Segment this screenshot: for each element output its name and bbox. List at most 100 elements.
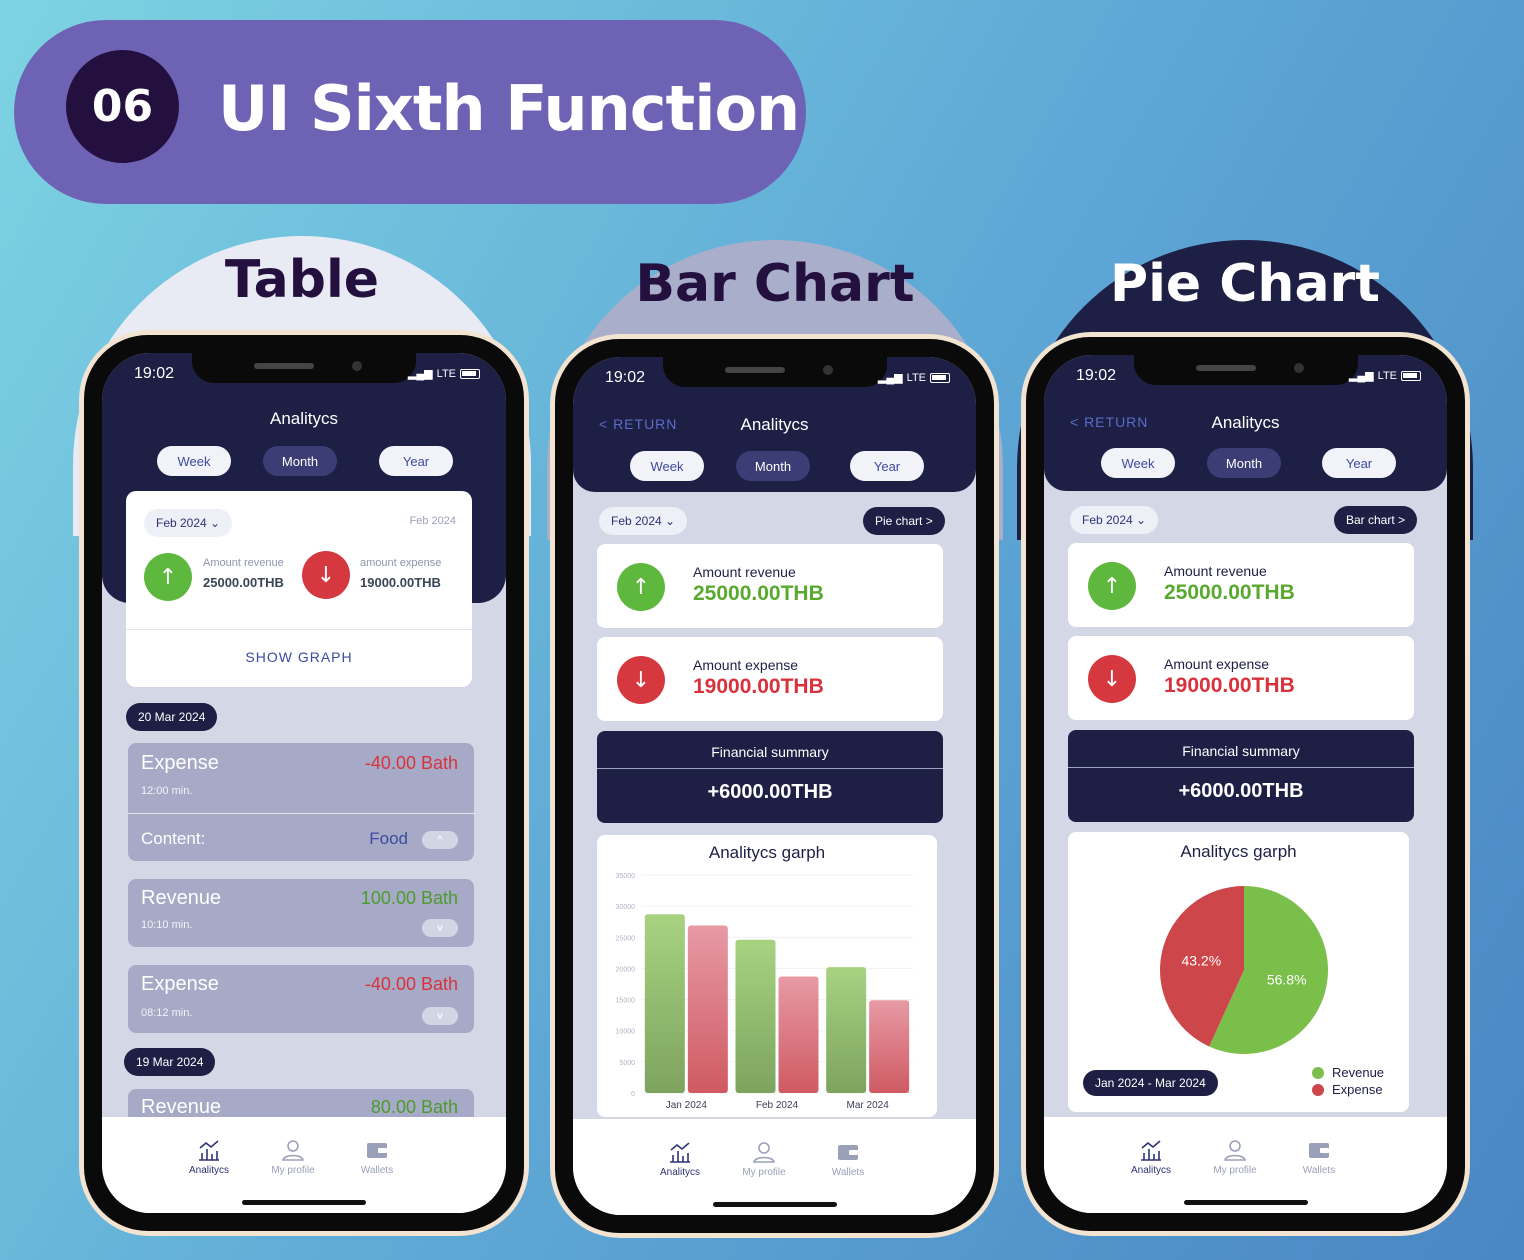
analytics-icon [199,1140,219,1161]
nav-wallets[interactable]: Wallets [1284,1139,1354,1176]
header-title: Analitycs [269,409,339,428]
status-time: 19:02 [605,369,646,386]
show-graph-button[interactable]: SHOW GRAPH [126,649,472,665]
nav-profile[interactable]: My profile [729,1141,799,1178]
divider [597,768,943,769]
arrow-up-icon: ↑ [1088,562,1136,610]
transaction-amount: 100.00 Bath [360,888,458,908]
bar [687,925,728,1093]
revenue-value: 25000.00THB [203,575,284,590]
month-label: Feb 2024 [409,515,456,527]
x-tick-label: Mar 2024 [847,1100,890,1111]
y-tick-label: 15000 [616,998,636,1005]
table-screen: 19:02 ▂▄▆ LTE Analitycs Week Month Year F… [102,353,506,1213]
revenue-label: Amount revenue [693,564,796,580]
pie-chart-button[interactable]: Pie chart > [863,507,945,535]
nav-wallets[interactable]: Wallets [813,1141,883,1178]
notch [662,357,887,387]
nav-analytics[interactable]: Analitycs [645,1141,715,1178]
function-number: 06 [66,50,179,163]
bottom-nav: Analitycs My profile Wallets [102,1117,506,1213]
header-title: Analitycs [1211,413,1280,432]
date-chip: 19 Mar 2024 [124,1048,216,1076]
bar [735,939,776,1093]
home-indicator [242,1200,366,1205]
expense-value: 19000.00THB [1164,674,1295,697]
expense-label: Amount expense [1164,656,1270,672]
y-tick-label: 5000 [619,1060,635,1067]
arrow-down-icon: ↓ [617,656,665,704]
user-icon [282,1140,304,1161]
legend-marker [1312,1084,1324,1096]
tab-year[interactable]: Year [379,446,453,476]
nav-profile[interactable]: My profile [258,1139,328,1176]
tab-month[interactable]: Month [263,446,337,476]
analytics-icon [670,1142,690,1163]
bar [778,976,819,1093]
collapse-toggle[interactable]: ^ [422,831,458,849]
slice-label: 56.8% [1267,971,1307,987]
bar-section-title: Bar Chart [635,254,915,314]
bottom-nav: Analitycs My profile Wallets [573,1119,976,1215]
home-indicator [712,1202,837,1207]
transaction-amount: -40.00 Bath [364,974,458,994]
analytics-icon [1141,1140,1161,1161]
legend-label: Revenue [1332,1065,1384,1080]
bar-screen: 19:02 ▂▄▆ LTE < RETURN Analitycs Week Mon… [573,357,976,1215]
y-tick-label: 35000 [616,873,636,880]
phone-table: 19:02 ▂▄▆ LTE Analitycs Week Month Year F… [79,330,529,1236]
bar [826,967,867,1093]
status-network: ▂▄▆ LTE [1349,369,1421,382]
phone-bar-chart: 19:02 ▂▄▆ LTE < RETURN Analitycs Week Mon… [550,334,999,1238]
battery-icon [930,372,950,383]
transaction-amount: -40.00 Bath [364,753,458,773]
transaction-time: 08:12 min. [141,1007,193,1019]
pie-section-title: Pie Chart [1109,254,1381,314]
summary-title: Financial summary [1182,743,1300,759]
tab-week[interactable]: Week [1101,448,1175,478]
revenue-card: ↑ Amount revenue 25000.00THB [597,544,943,628]
month-dropdown[interactable]: Feb 2024 ⌄ [599,507,688,535]
transaction-amount: 80.00 Bath [370,1097,458,1117]
notch [1133,355,1358,385]
function-banner: 06 UI Sixth Function [14,20,806,204]
battery-icon [460,368,480,379]
status-network: ▂▄▆ LTE [878,371,950,384]
tab-week[interactable]: Week [157,446,231,476]
signal-icon: ▂▄▆ [1348,370,1374,382]
expense-label: Amount expense [693,657,799,673]
expense-label: amount expense [360,557,442,569]
tab-year[interactable]: Year [1322,448,1396,478]
legend-label: Expense [1332,1082,1383,1097]
bottom-nav: Analitycs My profile Wallets [1044,1117,1447,1213]
bar-chart: 0 5000 10000 15000 20000 25000 30000 35000 Jan 2… [616,873,913,1111]
arrow-up-icon: ↑ [144,553,192,601]
divider [1068,767,1414,768]
expand-toggle[interactable]: v [422,919,458,937]
notch [192,353,416,383]
bar [644,914,685,1093]
bar-chart-button[interactable]: Bar chart > [1334,506,1418,534]
expand-toggle[interactable]: v [422,1007,458,1025]
transaction-card[interactable]: Revenue 100.00 Bath 10:10 min. v [128,879,474,947]
transaction-card[interactable]: Expense -40.00 Bath 12:00 min. Content: … [128,743,474,861]
month-dropdown[interactable]: Feb 2024 ⌄ [144,509,233,537]
wallet-icon [367,1143,387,1158]
nav-analytics[interactable]: Analitycs [1116,1139,1186,1176]
tab-month[interactable]: Month [736,451,810,481]
nav-wallets[interactable]: Wallets [342,1139,412,1176]
status-network: ▂▄▆ LTE [408,367,480,380]
tab-year[interactable]: Year [850,451,924,481]
expense-value: 19000.00THB [360,575,441,590]
nav-analytics[interactable]: Analitycs [174,1139,244,1176]
nav-profile[interactable]: My profile [1200,1139,1270,1176]
month-dropdown[interactable]: Feb 2024 ⌄ [1070,506,1159,534]
tab-week[interactable]: Week [630,451,704,481]
tab-month[interactable]: Month [1207,448,1281,478]
transaction-card[interactable]: Expense -40.00 Bath 08:12 min. v [128,965,474,1033]
x-tick-label: Jan 2024 [666,1100,708,1111]
bar-chart-card: Analitycs garph 0 5000 10000 15000 20000 2500… [597,835,937,1117]
wallet-icon [1309,1143,1329,1158]
revenue-label: Amount revenue [1164,563,1267,579]
revenue-label: Amount revenue [203,557,284,569]
